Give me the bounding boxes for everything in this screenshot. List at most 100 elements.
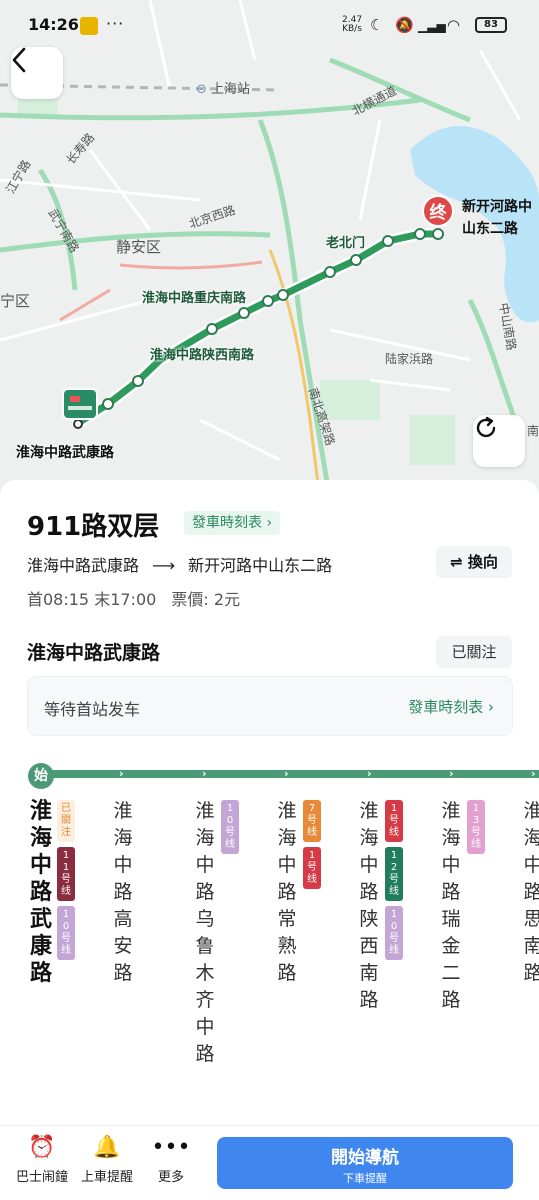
stop-name-char: 淮 bbox=[523, 800, 539, 822]
timetable-chip[interactable]: 發車時刻表 › bbox=[184, 511, 281, 535]
bell-icon: 🔔 bbox=[93, 1135, 121, 1160]
stop-name-char: 路 bbox=[113, 881, 133, 903]
stop-name-char: 淮 bbox=[441, 800, 461, 822]
more-dots-icon: ••• bbox=[151, 1135, 191, 1160]
stop-name-char: 淮 bbox=[359, 800, 379, 822]
stop-item[interactable]: 淮海中路瑞金二路 bbox=[440, 798, 462, 1014]
stop-name-char: 路 bbox=[30, 961, 53, 986]
bus-alarm-button[interactable]: ⏰ 巴士闹鐘 bbox=[7, 1134, 77, 1185]
stop-tags: 已關注 11号线 10号线 bbox=[57, 800, 75, 965]
route-track bbox=[40, 770, 539, 778]
stop-item[interactable]: 淮海中路陕西南路 bbox=[358, 798, 380, 1014]
map-label-ning: 宁区 bbox=[0, 292, 31, 310]
line-schedule-info: 首08:15 末17:00 票價: 2元 bbox=[27, 590, 241, 609]
chevron-left-icon bbox=[12, 47, 26, 73]
metro-line-badge: 1号线 bbox=[385, 800, 403, 842]
signal-icon: ▁▃▅ bbox=[418, 19, 446, 33]
stop-item[interactable]: 淮海中路思南路 bbox=[522, 798, 539, 987]
stop-name-char: 中 bbox=[195, 1016, 215, 1038]
stop-name-char: 海 bbox=[441, 827, 461, 849]
stop-name-char: 海 bbox=[359, 827, 379, 849]
stop-name-char: 路 bbox=[113, 962, 133, 984]
chevron-right-icon: › bbox=[266, 515, 273, 531]
status-time: 14:26 bbox=[28, 15, 79, 34]
stop-name-char: 中 bbox=[195, 854, 215, 876]
follow-button[interactable]: 已關注 bbox=[436, 636, 512, 668]
stop-name-char: 中 bbox=[359, 854, 379, 876]
map-label-edge: 南 bbox=[527, 424, 539, 438]
stop-name-char: 路 bbox=[441, 989, 461, 1011]
timetable-link[interactable]: 發車時刻表 › bbox=[408, 696, 494, 717]
stop-item[interactable]: 淮海中路乌鲁木齐中路 bbox=[194, 798, 216, 1068]
bottom-action-bar: ⏰ 巴士闹鐘 🔔 上車提醒 ••• 更多 開始導航 下車提醒 bbox=[0, 1125, 539, 1200]
stop-name-char: 路 bbox=[30, 880, 53, 905]
stop-name-char: 康 bbox=[30, 934, 53, 959]
stop-item[interactable]: 淮海中路武康路 bbox=[30, 798, 52, 987]
more-notifications-icon: ··· bbox=[106, 14, 125, 33]
refresh-button[interactable] bbox=[473, 415, 525, 467]
track-arrow-icon: › bbox=[531, 767, 536, 780]
stop-name-char: 二 bbox=[441, 962, 461, 984]
line-detail-sheet: 911路双层 發車時刻表 › 淮海中路武康路 ⟶ 新开河路中山东二路 ⇌ 換向 … bbox=[0, 480, 539, 1200]
map-label-start-stop: 淮海中路武康路 bbox=[16, 445, 114, 461]
status-bar: 14:26 ··· 2.47 KB/s ☾ 🔕 ▁▃▅ ◠ 83 bbox=[0, 0, 539, 48]
stop-name-char: 路 bbox=[441, 881, 461, 903]
stop-name-char: 齐 bbox=[195, 989, 215, 1011]
stop-tags: 7号线1号线 bbox=[303, 800, 321, 894]
waiting-status-card: 等待首站发车 發車時刻表 › bbox=[27, 676, 513, 736]
stop-name-char: 路 bbox=[523, 962, 539, 984]
arrow-right-icon: ⟶ bbox=[152, 556, 176, 575]
more-button[interactable]: ••• 更多 bbox=[136, 1134, 206, 1185]
battery-icon: 83 bbox=[475, 17, 507, 33]
stop-name-char: 中 bbox=[30, 853, 53, 878]
refresh-icon bbox=[476, 416, 496, 438]
start-navigation-button[interactable]: 開始導航 下車提醒 bbox=[217, 1137, 513, 1189]
stop-name-char: 路 bbox=[195, 1043, 215, 1065]
metro-line-badge: 13号线 bbox=[467, 800, 485, 854]
station-icon: ⊙ bbox=[196, 82, 207, 97]
stop-name-char: 路 bbox=[277, 962, 297, 984]
current-stop-name: 淮海中路武康路 bbox=[27, 642, 161, 664]
stop-name-char: 海 bbox=[195, 827, 215, 849]
bus-pin-icon[interactable] bbox=[62, 388, 98, 420]
stop-name-char: 淮 bbox=[30, 799, 53, 824]
back-button[interactable] bbox=[11, 47, 63, 99]
line-title: 911路双层 bbox=[27, 512, 160, 542]
stop-name-char: 路 bbox=[277, 881, 297, 903]
map-label-chongqing: 淮海中路重庆南路 bbox=[142, 291, 247, 306]
stop-tags: 1号线 12号线 10号线 bbox=[385, 800, 403, 965]
stop-name-char: 淮 bbox=[113, 800, 133, 822]
route-direction: 淮海中路武康路 ⟶ 新开河路中山东二路 bbox=[27, 556, 333, 575]
track-arrow-icon: › bbox=[119, 767, 124, 780]
metro-line-badge: 7号线 bbox=[303, 800, 321, 842]
stop-name-char: 海 bbox=[113, 827, 133, 849]
stop-item[interactable]: 淮海中路高安路 bbox=[112, 798, 134, 987]
swap-direction-button[interactable]: ⇌ 換向 bbox=[436, 546, 512, 578]
terminal-pin[interactable]: 终 bbox=[422, 195, 454, 227]
map-label-jingan: 静安区 bbox=[116, 238, 162, 256]
stop-name-char: 中 bbox=[277, 854, 297, 876]
metro-line-badge: 1号线 bbox=[303, 847, 321, 889]
metro-line-badge: 10号线 bbox=[385, 906, 403, 960]
map-label-laobeimen: 老北门 bbox=[326, 236, 366, 251]
metro-line-badge: 10号线 bbox=[221, 800, 239, 854]
stop-name-char: 常 bbox=[277, 908, 297, 930]
stop-name-char: 海 bbox=[277, 827, 297, 849]
stop-name-char: 中 bbox=[523, 854, 539, 876]
metro-line-badge: 10号线 bbox=[57, 906, 75, 960]
chevron-right-icon: › bbox=[483, 698, 494, 716]
stop-name-char: 瑞 bbox=[441, 908, 461, 930]
stop-name-char: 鲁 bbox=[195, 935, 215, 957]
stop-name-char: 陕 bbox=[359, 908, 379, 930]
map-label-shaanxi: 淮海中路陕西南路 bbox=[150, 348, 255, 363]
stop-name-char: 淮 bbox=[195, 800, 215, 822]
stop-name-char: 乌 bbox=[195, 908, 215, 930]
stop-name-char: 中 bbox=[441, 854, 461, 876]
boarding-reminder-button[interactable]: 🔔 上車提醒 bbox=[72, 1134, 142, 1185]
alarm-clock-icon: ⏰ bbox=[28, 1135, 56, 1160]
stop-name-char: 西 bbox=[359, 935, 379, 957]
network-speed: 2.47 KB/s bbox=[342, 15, 363, 34]
route-map[interactable]: ⊙ 上海站 北横通道 长寿路 江宁路 武宁南路 北京西路 静安区 宁区 老北门 … bbox=[0, 0, 539, 500]
stop-item[interactable]: 淮海中路常熟路 bbox=[276, 798, 298, 987]
stop-name-char: 路 bbox=[523, 881, 539, 903]
